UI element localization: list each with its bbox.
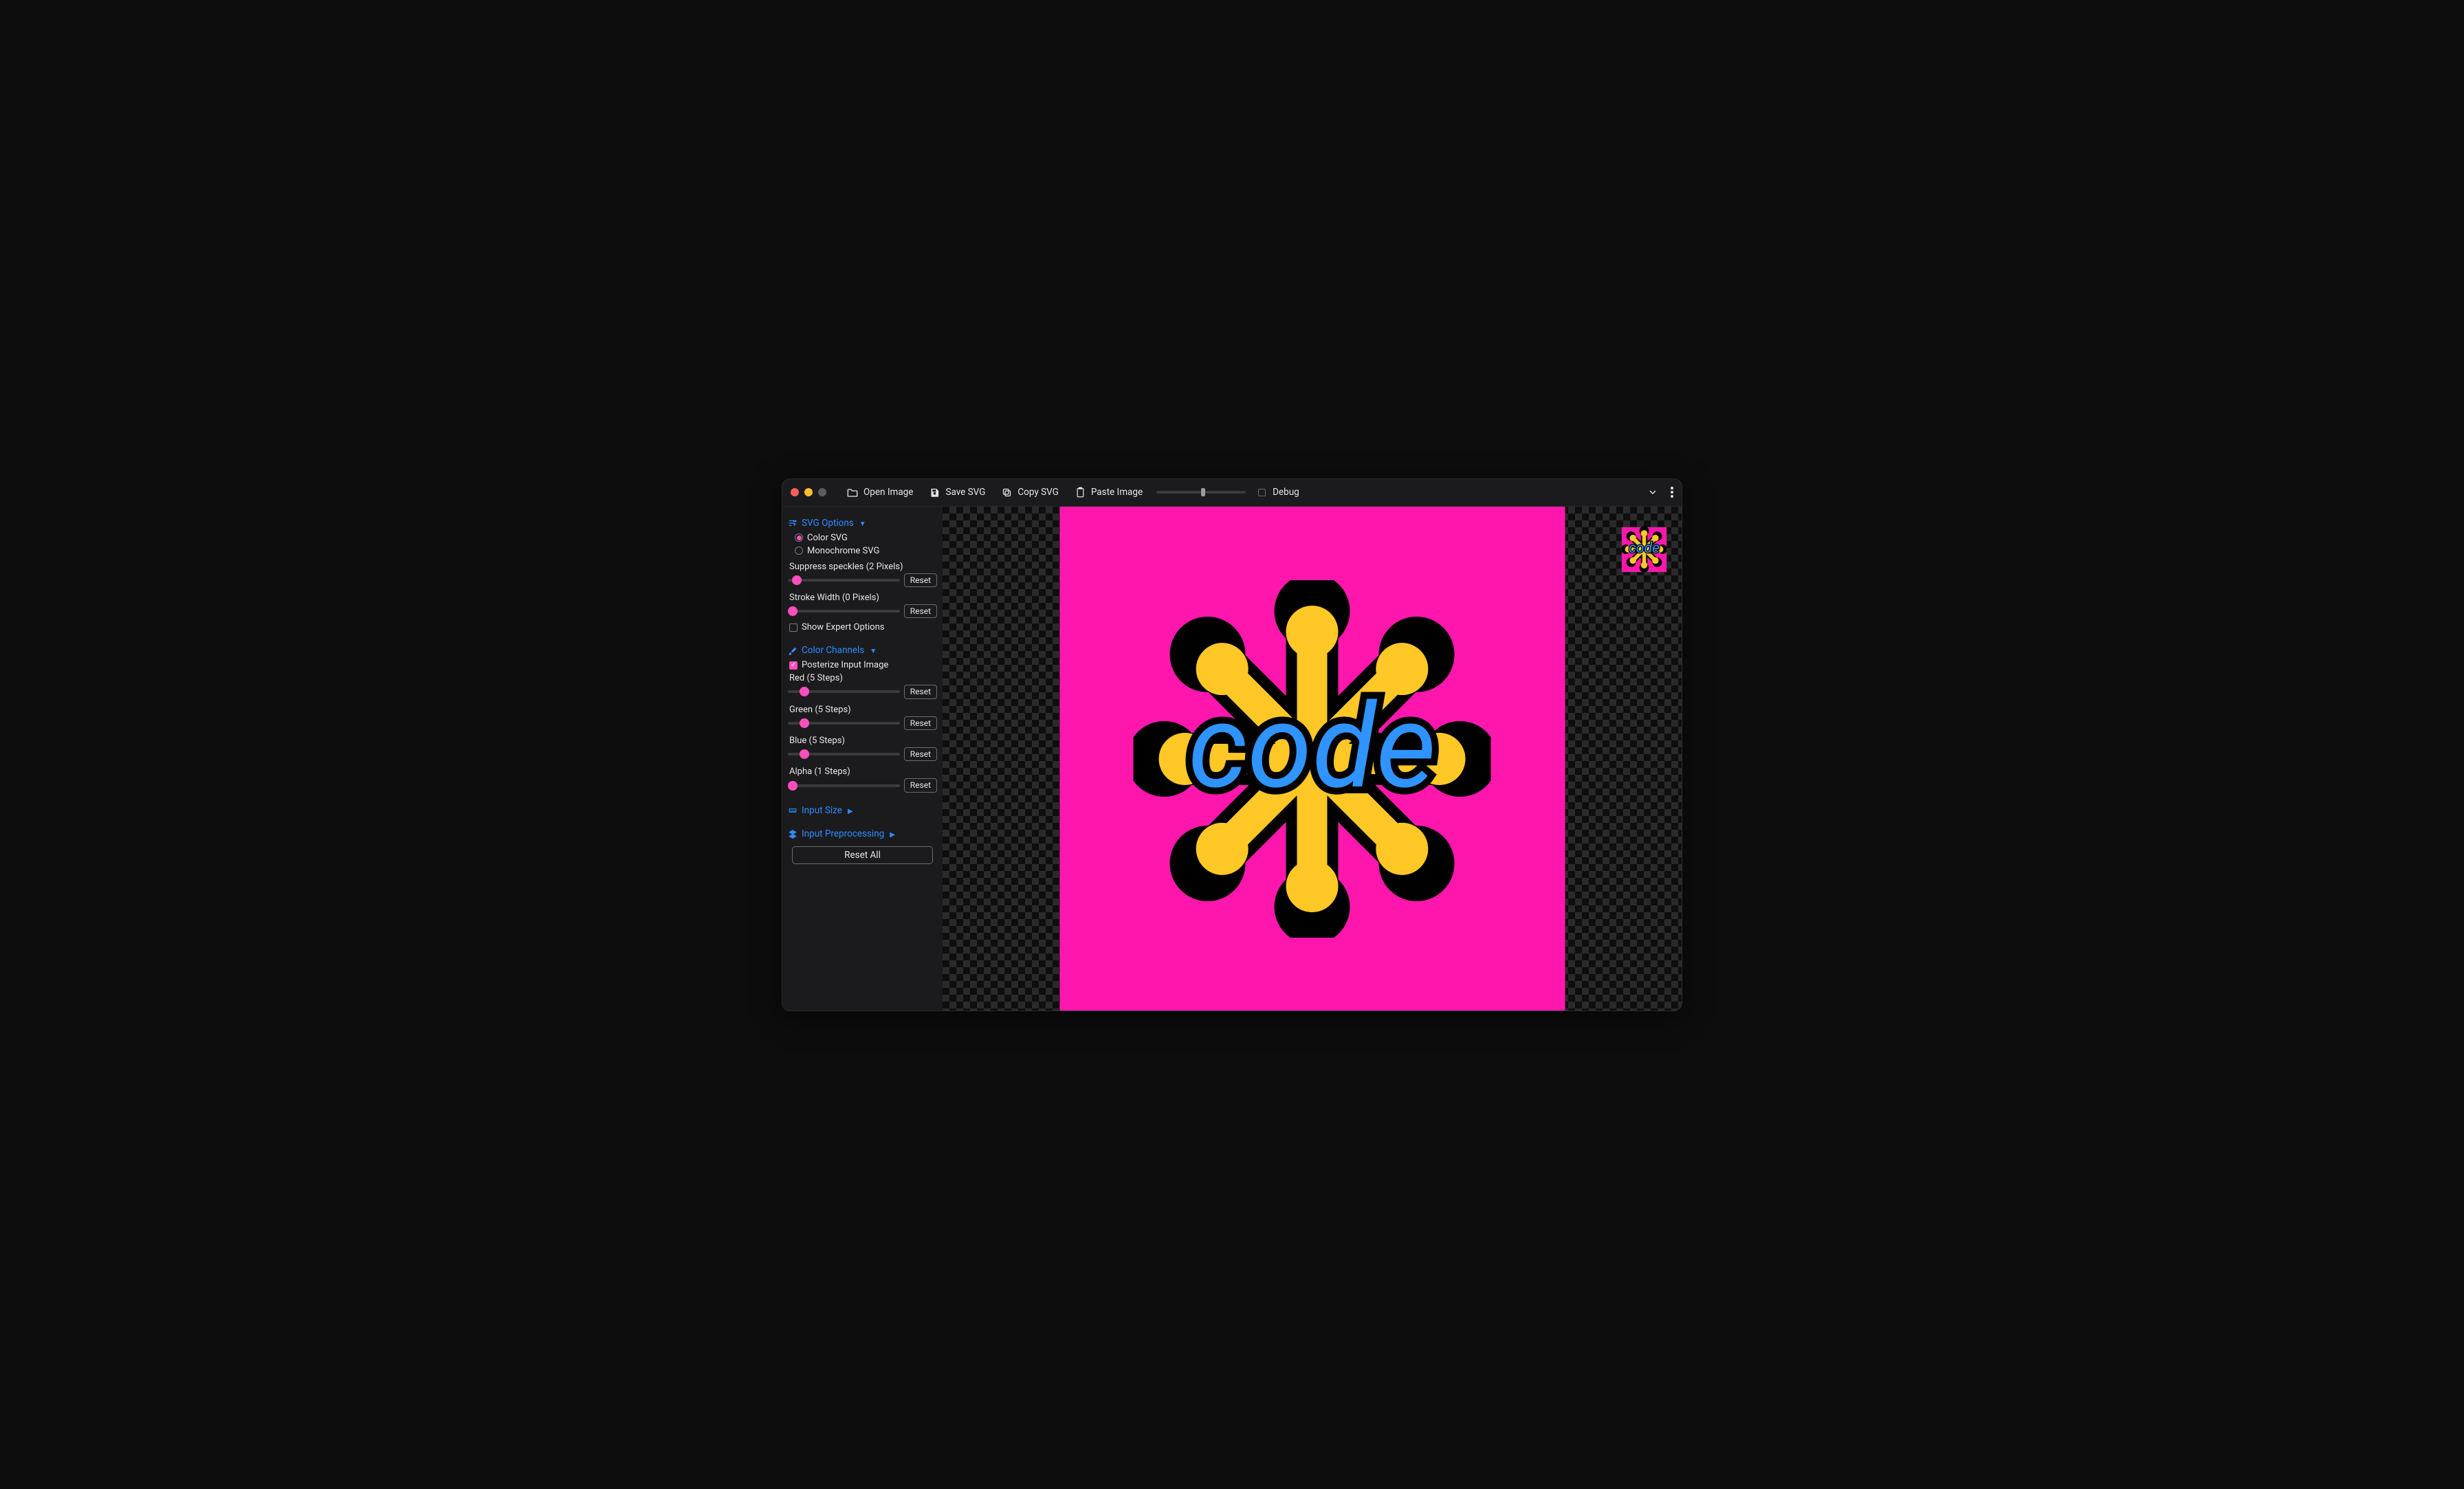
traffic-close-icon[interactable] [791, 488, 799, 496]
green-label: Green (5 Steps) [789, 705, 937, 715]
section-color-channels-caret-icon [868, 645, 877, 656]
copy-svg-label: Copy SVG [1018, 487, 1058, 498]
posterize-row[interactable]: Posterize Input Image [789, 660, 937, 670]
section-svg-options-title: SVG Options [802, 518, 854, 529]
more-vert-icon[interactable] [1671, 487, 1673, 498]
expert-options-row[interactable]: Show Expert Options [789, 622, 937, 632]
copy-icon [1002, 487, 1012, 498]
section-svg-options-caret-icon [858, 518, 866, 529]
copy-svg-button[interactable]: Copy SVG [995, 484, 1065, 500]
ruler-icon [788, 806, 798, 815]
debug-checkbox[interactable] [1258, 489, 1266, 496]
stroke-reset-button[interactable]: Reset [904, 604, 937, 618]
clipboard-icon [1075, 487, 1086, 498]
alpha-reset-button[interactable]: Reset [904, 778, 937, 792]
suppress-reset-button[interactable]: Reset [904, 573, 937, 587]
folder-icon [847, 487, 858, 497]
image-art: code [1134, 580, 1491, 938]
red-reset-button[interactable]: Reset [904, 685, 937, 698]
save-svg-label: Save SVG [945, 487, 985, 498]
section-input-size-caret-icon [846, 805, 853, 816]
section-input-preprocessing[interactable]: Input Preprocessing [788, 828, 937, 839]
canvas-area[interactable]: code [943, 507, 1682, 1011]
thumbnail-preview[interactable]: code [1622, 527, 1666, 572]
section-input-preprocessing-title: Input Preprocessing [802, 828, 884, 839]
radio-monochrome-svg-label: Monochrome SVG [807, 546, 879, 556]
stroke-slider[interactable] [788, 610, 900, 613]
section-input-preprocessing-caret-icon [888, 828, 895, 839]
debug-label: Debug [1273, 487, 1299, 498]
window-traffic-lights [791, 488, 826, 496]
open-image-label: Open Image [864, 487, 913, 498]
expert-options-label: Show Expert Options [802, 622, 884, 632]
radio-icon [795, 533, 803, 542]
chevron-down-icon[interactable] [1647, 487, 1658, 498]
layers-icon [788, 829, 798, 839]
sidebar: SVG Options Color SVG Monochrome SVG Sup… [782, 507, 943, 1011]
suppress-label: Suppress speckles (2 Pixels) [789, 562, 937, 572]
section-svg-options[interactable]: SVG Options [788, 518, 937, 529]
radio-icon [795, 547, 803, 555]
app-window: Open Image Save SVG Copy SVG Paste Image… [782, 478, 1682, 1011]
red-slider[interactable] [788, 690, 900, 693]
alpha-label: Alpha (1 Steps) [789, 766, 937, 777]
section-color-channels[interactable]: Color Channels [788, 645, 937, 656]
paste-image-label: Paste Image [1091, 487, 1143, 498]
alpha-slider[interactable] [788, 784, 900, 787]
zoom-slider[interactable] [1156, 491, 1246, 494]
paste-image-button[interactable]: Paste Image [1068, 484, 1150, 500]
radio-monochrome-svg[interactable]: Monochrome SVG [795, 546, 937, 556]
checkbox-icon [789, 661, 798, 670]
tune-icon [788, 518, 798, 528]
section-input-size[interactable]: Input Size [788, 805, 937, 816]
traffic-zoom-icon[interactable] [818, 488, 826, 496]
blue-slider[interactable] [788, 753, 900, 755]
checkbox-icon [789, 624, 798, 632]
section-color-channels-title: Color Channels [802, 645, 864, 656]
save-icon [930, 487, 940, 498]
radio-color-svg-label: Color SVG [807, 533, 848, 543]
red-label: Red (5 Steps) [789, 673, 937, 683]
suppress-slider[interactable] [788, 579, 900, 582]
posterize-label: Posterize Input Image [802, 660, 888, 670]
blue-reset-button[interactable]: Reset [904, 747, 937, 761]
section-input-size-title: Input Size [802, 805, 842, 816]
green-slider[interactable] [788, 722, 900, 725]
traffic-minimize-icon[interactable] [804, 488, 813, 496]
radio-color-svg[interactable]: Color SVG [795, 533, 937, 543]
reset-all-button[interactable]: Reset All [792, 846, 933, 864]
blue-label: Blue (5 Steps) [789, 736, 937, 746]
green-reset-button[interactable]: Reset [904, 716, 937, 730]
artboard: code [1059, 507, 1565, 1011]
brush-icon [788, 646, 798, 655]
open-image-button[interactable]: Open Image [840, 484, 920, 500]
save-svg-button[interactable]: Save SVG [923, 484, 992, 500]
code-text: code [1188, 678, 1436, 815]
toolbar: Open Image Save SVG Copy SVG Paste Image… [782, 479, 1682, 507]
app-body: SVG Options Color SVG Monochrome SVG Sup… [782, 507, 1682, 1011]
svg-text:code: code [1629, 540, 1660, 557]
stroke-label: Stroke Width (0 Pixels) [789, 593, 937, 603]
